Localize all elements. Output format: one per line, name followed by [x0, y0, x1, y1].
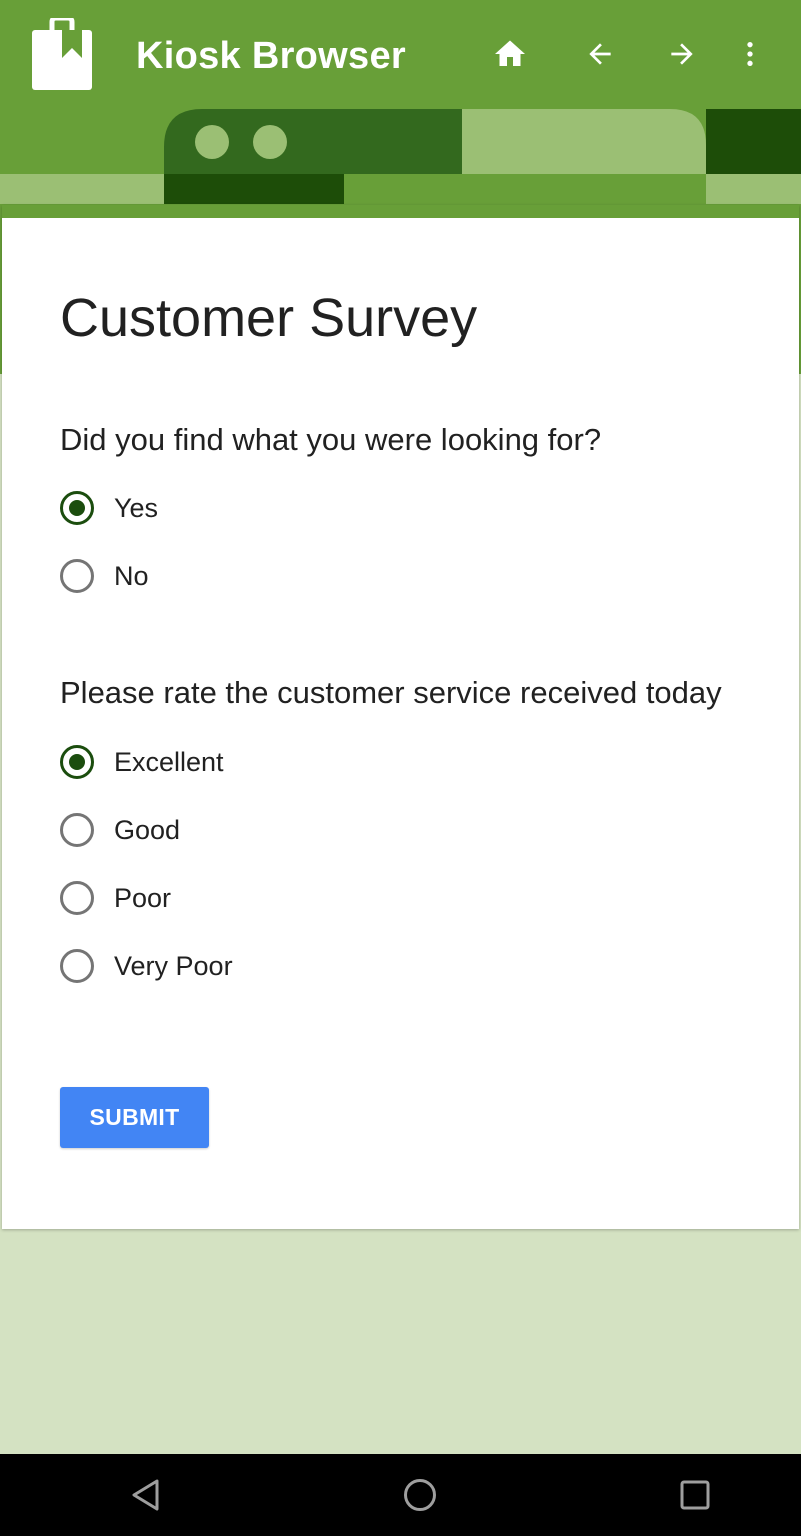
- radio-label: Very Poor: [114, 950, 233, 981]
- radio-option-yes[interactable]: Yes: [60, 488, 158, 528]
- arrow-forward-icon[interactable]: [658, 30, 706, 78]
- radio-option-good[interactable]: Good: [60, 810, 180, 850]
- radio-button-selected[interactable]: [60, 491, 94, 525]
- radio-label: Poor: [114, 882, 172, 913]
- square-recents-icon[interactable]: [671, 1471, 719, 1519]
- radio-option-no[interactable]: No: [60, 556, 149, 596]
- radio-button[interactable]: [60, 813, 94, 847]
- more-vert-icon[interactable]: [726, 30, 774, 78]
- page-title: Customer Survey: [60, 288, 478, 348]
- radio-button[interactable]: [60, 949, 94, 983]
- circle-home-icon[interactable]: [396, 1471, 444, 1519]
- shopping-bag-icon: [30, 15, 94, 92]
- radio-option-poor[interactable]: Poor: [60, 878, 171, 918]
- app-bar: Kiosk Browser: [0, 0, 801, 109]
- app-title: Kiosk Browser: [136, 35, 406, 77]
- arrow-back-icon[interactable]: [576, 30, 624, 78]
- radio-label: Yes: [114, 492, 159, 523]
- system-nav-bar: [0, 1454, 801, 1536]
- radio-button-selected[interactable]: [60, 745, 94, 779]
- question-rating: Please rate the customer service receive…: [60, 675, 722, 710]
- survey-card: Customer Survey Did you find what you we…: [2, 205, 799, 1229]
- radio-label: Good: [114, 814, 181, 845]
- triangle-back-icon[interactable]: [122, 1471, 170, 1519]
- radio-option-very-poor[interactable]: Very Poor: [60, 946, 233, 986]
- radio-button[interactable]: [60, 881, 94, 915]
- radio-option-excellent[interactable]: Excellent: [60, 742, 224, 782]
- question-found: Did you find what you were looking for?: [60, 422, 602, 457]
- radio-button[interactable]: [60, 559, 94, 593]
- radio-label: No: [114, 560, 149, 591]
- radio-label: Excellent: [114, 746, 224, 777]
- submit-button[interactable]: SUBMIT: [60, 1087, 209, 1148]
- home-icon[interactable]: [486, 30, 534, 78]
